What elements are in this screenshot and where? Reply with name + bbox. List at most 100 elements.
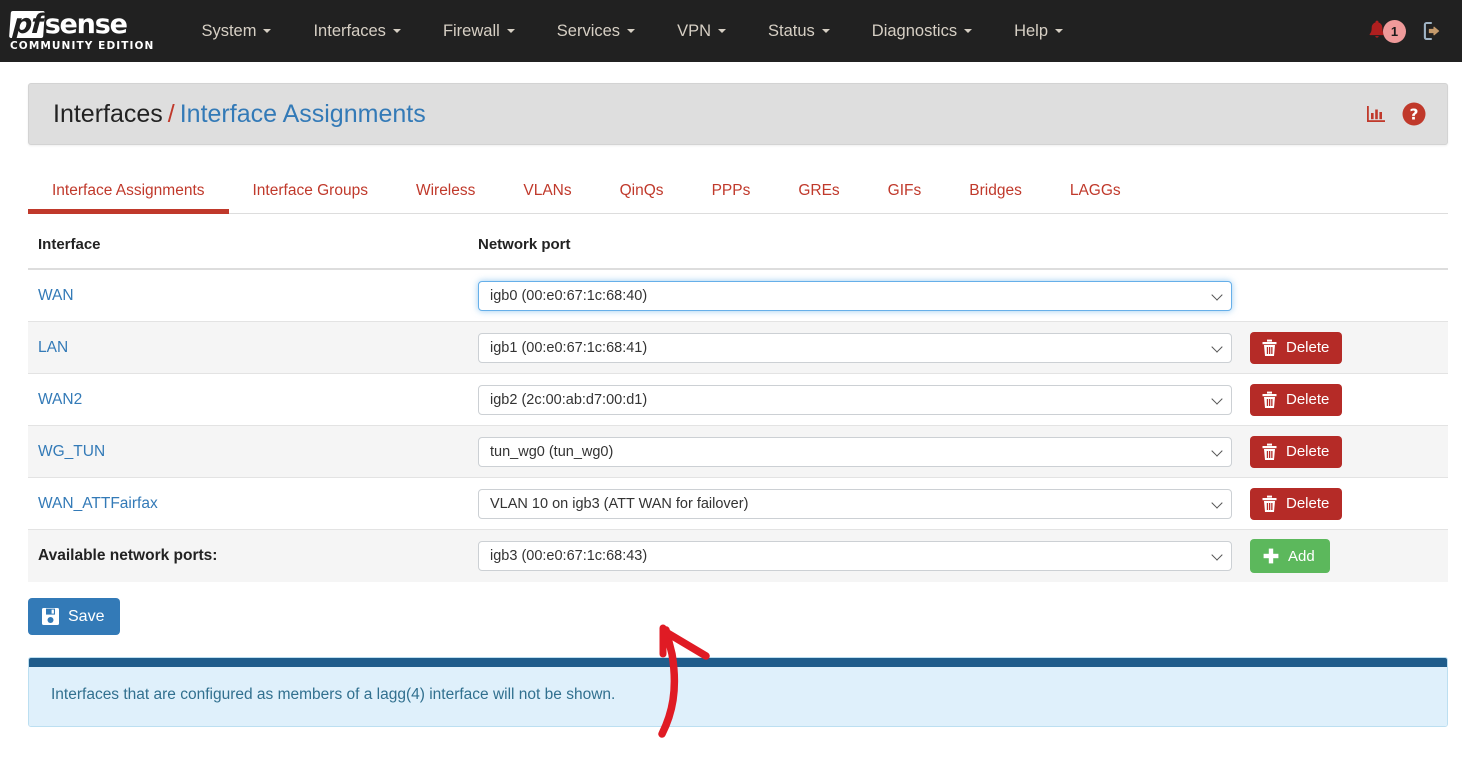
trash-icon [1262,495,1277,512]
delete-label: Delete [1286,339,1330,356]
menu-item-services[interactable]: Services [536,14,656,49]
delete-label: Delete [1286,391,1330,408]
logo-sense-text: sense [44,8,128,40]
select-value: igb0 (00:e0:67:1c:68:40) [490,287,648,304]
tab-label: Interface Assignments [52,182,205,199]
save-label: Save [68,607,105,625]
save-disk-icon [42,608,59,625]
menu-label-firewall: Firewall [442,21,500,40]
table-row: WAN_ATTFairfax VLAN 10 on igb3 (ATT WAN … [28,478,1448,530]
menu-item-status[interactable]: Status [747,14,851,49]
breadcrumb-separator: / [167,99,175,128]
menu-label-diagnostics: Diagnostics [871,21,958,40]
tab-interface-groups[interactable]: Interface Groups [229,182,392,213]
pfsense-logo[interactable]: pfsense COMMUNITY EDITION [9,8,154,52]
chevron-down-icon [506,29,515,33]
chevron-down-icon [627,29,636,33]
delete-button-wan2[interactable]: Delete [1250,383,1343,416]
chevron-down-icon [1211,444,1223,457]
select-value: igb2 (2c:00:ab:d7:00:d1) [490,391,648,408]
interface-link-wan2[interactable]: WAN2 [38,391,82,408]
tab-label: PPPs [711,182,751,199]
tab-label: GREs [798,182,840,199]
menu-item-firewall[interactable]: Firewall [422,14,536,49]
table-row: WG_TUN tun_wg0 (tun_wg0) Delete [28,426,1448,478]
delete-button-wan-attfairfax[interactable]: Delete [1250,487,1343,520]
logo-pf-mark: pf [9,9,45,40]
chevron-down-icon [1211,340,1223,353]
menu-item-vpn[interactable]: VPN [656,14,747,49]
chevron-down-icon [964,29,973,33]
notifications-button[interactable]: 1 [1366,19,1406,43]
menu-item-diagnostics[interactable]: Diagnostics [851,14,993,49]
tab-laggs[interactable]: LAGGs [1046,182,1145,213]
save-button[interactable]: Save [28,598,121,635]
tab-gres[interactable]: GREs [774,182,863,213]
chevron-down-icon [263,29,272,33]
network-port-select-wan2[interactable]: igb2 (2c:00:ab:d7:00:d1) [478,384,1232,415]
menu-label-services: Services [556,21,621,40]
tab-wireless[interactable]: Wireless [392,182,499,213]
chevron-down-icon [821,29,830,33]
top-navbar: pfsense COMMUNITY EDITION System Interfa… [0,0,1462,62]
help-circle-icon[interactable]: ? [1401,101,1427,127]
delete-button-lan[interactable]: Delete [1250,331,1343,364]
select-value: igb1 (00:e0:67:1c:68:41) [490,339,648,356]
menu-label-interfaces: Interfaces [313,21,386,40]
interface-link-wan[interactable]: WAN [38,287,74,304]
tab-bridges[interactable]: Bridges [945,182,1046,213]
column-header-interface: Interface [38,236,101,253]
trash-icon [1262,391,1277,408]
tab-vlans[interactable]: VLANs [499,182,595,213]
logout-button[interactable] [1420,18,1446,44]
network-port-select-wan[interactable]: igb0 (00:e0:67:1c:68:40) [478,280,1232,311]
network-port-select-wan-attfairfax[interactable]: VLAN 10 on igb3 (ATT WAN for failover) [478,488,1232,519]
table-row: LAN igb1 (00:e0:67:1c:68:41) Delete [28,322,1448,374]
menu-label-system: System [201,21,257,40]
interface-link-lan[interactable]: LAN [38,339,68,356]
delete-button-wg-tun[interactable]: Delete [1250,435,1343,468]
tab-ppps[interactable]: PPPs [688,182,775,213]
select-value: VLAN 10 on igb3 (ATT WAN for failover) [490,495,749,512]
tab-label: LAGGs [1069,182,1121,199]
tab-label: GIFs [887,182,922,199]
tab-label: Interface Groups [252,182,368,199]
tab-gifs[interactable]: GIFs [864,182,946,213]
info-panel-accent-bar [29,658,1447,667]
stats-chart-icon[interactable] [1364,102,1388,126]
chevron-down-icon [1055,29,1064,33]
network-port-select-lan[interactable]: igb1 (00:e0:67:1c:68:41) [478,332,1232,363]
available-ports-label: Available network ports: [38,547,218,564]
page-header-panel: Interfaces / Interface Assignments ? [28,83,1448,145]
tab-label: Wireless [415,182,476,199]
main-menu: System Interfaces Firewall Services VPN … [180,14,1366,49]
logout-icon [1423,21,1440,41]
network-port-select-wg-tun[interactable]: tun_wg0 (tun_wg0) [478,436,1232,467]
menu-item-interfaces[interactable]: Interfaces [292,14,421,49]
select-value: igb3 (00:e0:67:1c:68:43) [490,548,648,564]
tab-interface-assignments[interactable]: Interface Assignments [28,182,229,214]
select-value: tun_wg0 (tun_wg0) [490,443,614,460]
add-interface-button[interactable]: Add [1250,539,1330,573]
chevron-down-icon [1211,549,1223,561]
interface-link-wan-attfairfax[interactable]: WAN_ATTFairfax [38,495,158,512]
chevron-down-icon [392,29,401,33]
add-label: Add [1288,547,1315,565]
delete-label: Delete [1286,443,1330,460]
brand-logo-text: pfsense [9,8,154,40]
tab-bar: Interface Assignments Interface Groups W… [28,166,1448,214]
chevron-down-icon [1211,392,1223,405]
breadcrumb: Interfaces / Interface Assignments [53,99,426,128]
menu-item-help[interactable]: Help [993,14,1084,49]
menu-item-system[interactable]: System [180,14,292,49]
tab-label: VLANs [523,182,572,199]
tab-label: Bridges [969,182,1022,199]
tab-qinqs[interactable]: QinQs [596,182,688,213]
menu-label-status: Status [768,21,815,40]
interface-link-wg-tun[interactable]: WG_TUN [38,443,105,460]
available-network-port-select[interactable]: igb3 (00:e0:67:1c:68:43) [478,541,1232,571]
interface-assignments-table: Interface Network port WAN igb0 (00:e0:6… [28,236,1448,582]
chevron-down-icon [718,29,726,33]
breadcrumb-parent: Interfaces [53,99,163,128]
breadcrumb-current[interactable]: Interface Assignments [180,100,426,128]
